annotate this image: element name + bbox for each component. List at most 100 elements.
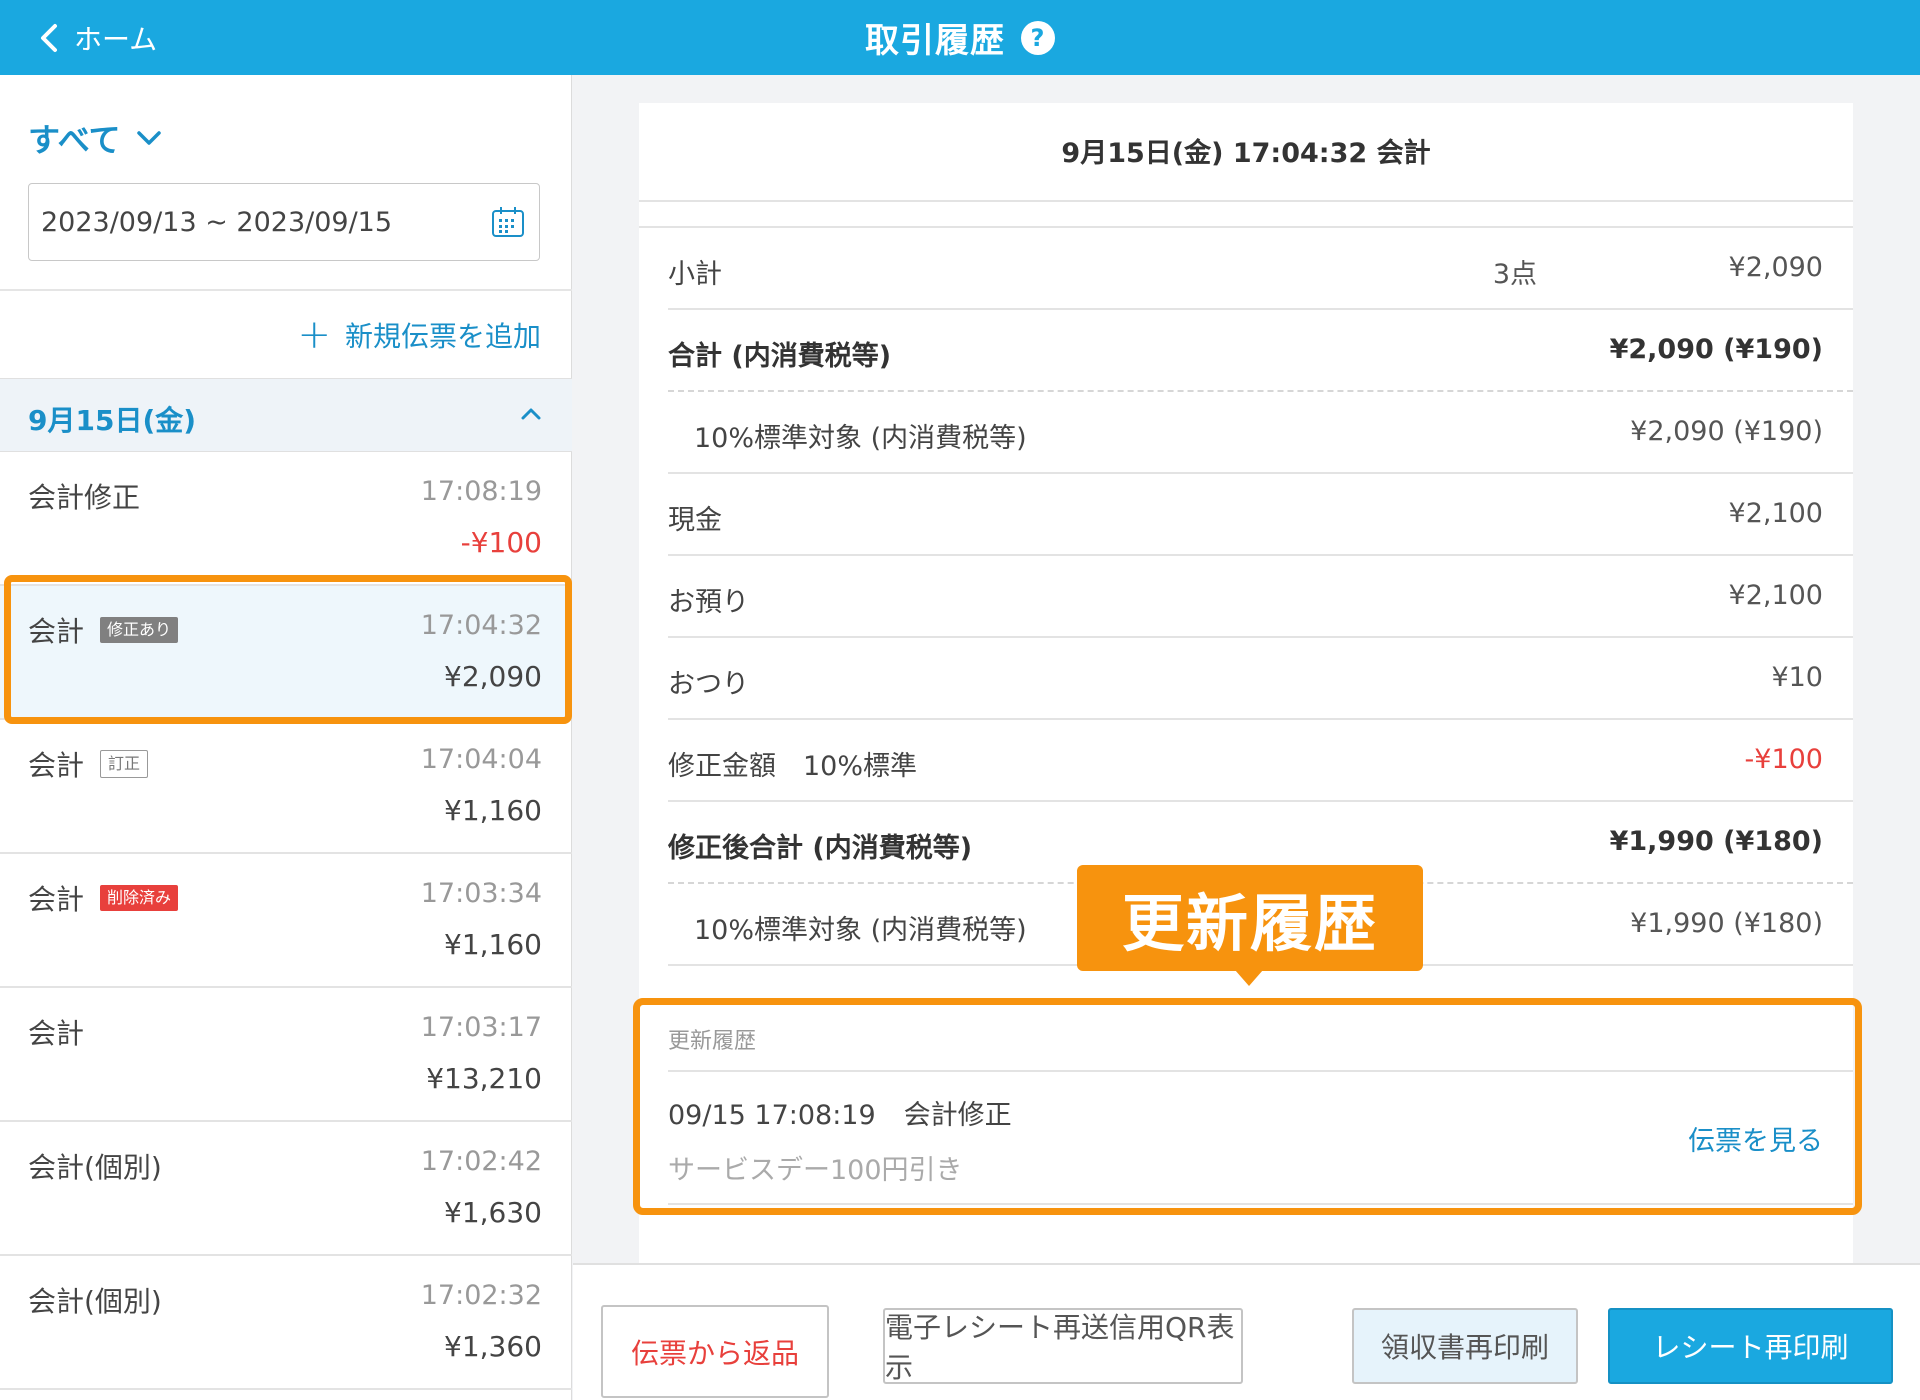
transaction-item[interactable]: 会計 訂正 17:04:04 ¥1,160 <box>0 720 572 854</box>
action-footer: 伝票から返品 電子レシート再送信用QR表示 領収書再印刷 レシート再印刷 <box>573 1263 1920 1400</box>
page-title-text: 取引履歴 <box>865 21 1005 61</box>
deleted-badge: 削除済み <box>100 885 179 911</box>
transaction-time: 17:02:42 <box>420 1146 542 1177</box>
history-callout: 更新履歴 <box>1077 865 1423 971</box>
total-row: 合計 (内消費税等) ¥2,090 (¥190) <box>668 310 1853 392</box>
receipt-title: 9月15日(金) 17:04:32 会計 <box>1061 138 1431 169</box>
day-group-header[interactable]: 9月15日(金) <box>0 378 572 452</box>
total-tax-value: ¥2,090 (¥190) <box>1630 416 1823 447</box>
modified-badge: 修正あり <box>100 617 179 643</box>
history-entry: 09/15 17:08:19 会計修正 <box>668 1093 1012 1132</box>
history-entry-note: サービスデー100円引き <box>668 1155 963 1186</box>
calendar-icon[interactable] <box>491 206 525 238</box>
subtotal-count: 3点 <box>1492 259 1537 290</box>
change-row: おつり ¥10 <box>668 638 1853 720</box>
chevron-up-icon <box>521 408 541 420</box>
transaction-name-text: 会計(個別) <box>28 1285 162 1318</box>
correction-badge: 訂正 <box>100 750 149 778</box>
reprint-button[interactable]: レシート再印刷 <box>1608 1308 1893 1384</box>
correction-value: -¥100 <box>1744 744 1823 775</box>
corrected-total-label: 修正後合計 (内消費税等) <box>668 833 973 864</box>
transaction-name-text: 会計(個別) <box>28 1151 162 1184</box>
transaction-amount: ¥1,160 <box>444 794 542 827</box>
change-value: ¥10 <box>1771 662 1823 693</box>
filter-dropdown[interactable]: すべて <box>28 115 162 161</box>
add-slip-button[interactable]: + 新規伝票を追加 <box>297 315 541 355</box>
transaction-amount: ¥1,630 <box>444 1196 542 1229</box>
total-value: ¥2,090 (¥190) <box>1609 334 1823 365</box>
view-slip-link[interactable]: 伝票を見る <box>1688 1119 1823 1158</box>
transaction-name: 会計 修正あり <box>28 610 179 650</box>
divider <box>0 289 572 291</box>
callout-pointer <box>1235 970 1263 986</box>
corrected-tax-value: ¥1,990 (¥180) <box>1630 908 1823 939</box>
detail-panel: 9月15日(金) 17:04:32 会計 小計 3点 ¥2,090 合計 (内消… <box>573 75 1920 1400</box>
transaction-name-text: 会計 <box>28 615 85 648</box>
transaction-time: 17:03:34 <box>420 878 542 909</box>
divider <box>639 200 1853 202</box>
corrected-tax-label: 10%標準対象 (内消費税等) <box>694 915 1027 946</box>
history-heading: 更新履歴 <box>668 1029 757 1054</box>
subtotal-label: 小計 <box>668 259 722 290</box>
transaction-time: 17:04:32 <box>420 610 542 641</box>
transaction-name-text: 会計 <box>28 883 85 916</box>
cash-value: ¥2,100 <box>1728 498 1823 529</box>
show-qr-button[interactable]: 電子レシート再送信用QR表示 <box>883 1308 1243 1384</box>
filter-label: すべて <box>28 121 121 159</box>
transaction-name: 会計 訂正 <box>28 744 149 784</box>
transaction-item[interactable]: 会計修正 17:08:19 -¥100 <box>0 452 572 586</box>
transaction-amount: -¥100 <box>460 526 542 559</box>
date-range-value: 2023/09/13 ~ 2023/09/15 <box>41 206 393 238</box>
transaction-item[interactable]: 会計 削除済み 17:03:34 ¥1,160 <box>0 854 572 988</box>
transaction-name-text: 会計 <box>28 749 85 782</box>
received-value: ¥2,100 <box>1728 580 1823 611</box>
correction-row: 修正金額 10%標準 -¥100 <box>668 720 1853 802</box>
total-tax-label: 10%標準対象 (内消費税等) <box>694 423 1027 454</box>
reprint-receipt-button[interactable]: 領収書再印刷 <box>1352 1308 1578 1384</box>
app-header: ホーム 取引履歴 ? <box>0 0 1920 75</box>
received-label: お預り <box>668 587 749 618</box>
help-icon[interactable]: ? <box>1021 20 1055 55</box>
divider <box>668 1203 1853 1205</box>
page-title: 取引履歴 ? <box>0 0 1920 75</box>
transaction-item[interactable]: 会計(個別) 17:02:32 ¥1,360 <box>0 1256 572 1390</box>
total-label: 合計 (内消費税等) <box>668 341 892 372</box>
subtotal-row: 小計 3点 ¥2,090 <box>668 228 1853 310</box>
transaction-name-text: 会計修正 <box>28 481 141 514</box>
history-entry-kind: 会計修正 <box>903 1100 1012 1131</box>
plus-icon: + <box>297 312 331 358</box>
transaction-amount: ¥2,090 <box>444 660 542 693</box>
transaction-time: 17:08:19 <box>420 476 542 507</box>
transaction-name: 会計 削除済み <box>28 878 179 918</box>
transaction-amount: ¥1,360 <box>444 1330 542 1363</box>
subtotal-value: ¥2,090 <box>1728 252 1823 283</box>
change-label: おつり <box>668 669 749 700</box>
transaction-name: 会計(個別) <box>28 1280 162 1320</box>
add-slip-label: 新規伝票を追加 <box>344 320 541 353</box>
transaction-time: 17:04:04 <box>420 744 542 775</box>
total-tax-row: 10%標準対象 (内消費税等) ¥2,090 (¥190) <box>668 392 1853 474</box>
transaction-sidebar: すべて 2023/09/13 ~ 2023/09/15 + 新規伝票を追加 9月… <box>0 75 572 1400</box>
transaction-time: 17:03:17 <box>420 1012 542 1043</box>
return-from-slip-button[interactable]: 伝票から返品 <box>601 1305 829 1398</box>
received-row: お預り ¥2,100 <box>668 556 1853 638</box>
history-entry-time: 09/15 17:08:19 <box>668 1100 876 1131</box>
transaction-name: 会計 <box>28 1012 84 1052</box>
transaction-item-selected[interactable]: 会計 修正あり 17:04:32 ¥2,090 <box>0 586 572 720</box>
transaction-item[interactable]: 会計 17:03:17 ¥13,210 <box>0 988 572 1122</box>
transaction-name: 会計修正 <box>28 476 140 516</box>
chevron-down-icon <box>137 131 162 145</box>
corrected-total-value: ¥1,990 (¥180) <box>1609 826 1823 857</box>
transaction-name-text: 会計 <box>28 1017 85 1050</box>
divider <box>668 1070 1853 1072</box>
cash-row: 現金 ¥2,100 <box>668 474 1853 556</box>
transaction-name: 会計(個別) <box>28 1146 162 1186</box>
transaction-time: 17:02:32 <box>420 1280 542 1311</box>
transaction-amount: ¥13,210 <box>426 1062 542 1095</box>
correction-label: 修正金額 10%標準 <box>668 751 918 782</box>
day-label: 9月15日(金) <box>28 404 197 437</box>
receipt-card: 9月15日(金) 17:04:32 会計 小計 3点 ¥2,090 合計 (内消… <box>639 103 1853 1293</box>
transaction-item[interactable]: 会計(個別) 17:02:42 ¥1,630 <box>0 1122 572 1256</box>
transaction-amount: ¥1,160 <box>444 928 542 961</box>
date-range-field[interactable]: 2023/09/13 ~ 2023/09/15 <box>28 183 540 261</box>
